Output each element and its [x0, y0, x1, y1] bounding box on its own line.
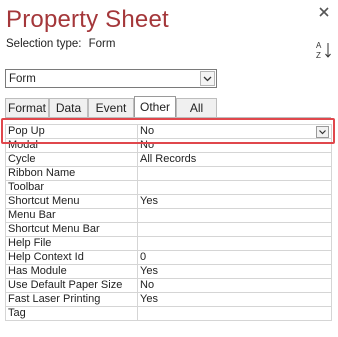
property-value[interactable] [137, 166, 332, 181]
selection-type-value: Form [88, 38, 116, 50]
property-row-menu-bar[interactable]: Menu Bar [5, 208, 332, 223]
property-value[interactable]: No [137, 138, 332, 153]
property-row-pop-up[interactable]: Pop Up No [5, 124, 332, 139]
property-value[interactable]: No [137, 278, 332, 293]
property-name: Help File [5, 236, 138, 251]
property-row-toolbar[interactable]: Toolbar [5, 180, 332, 195]
close-icon[interactable] [316, 4, 332, 20]
object-selector-dropdown[interactable]: Form [5, 69, 217, 88]
property-row-use-default-paper-size[interactable]: Use Default Paper Size No [5, 278, 332, 293]
property-row-shortcut-menu[interactable]: Shortcut Menu Yes [5, 194, 332, 209]
property-value[interactable]: All Records [137, 152, 332, 167]
property-sheet-panel: Property Sheet Selection type: Form A Z … [0, 0, 338, 337]
property-row-tag[interactable]: Tag [5, 306, 332, 321]
tab-format[interactable]: Format [5, 98, 49, 117]
property-row-ribbon-name[interactable]: Ribbon Name [5, 166, 332, 181]
selection-type-label: Selection type: [6, 38, 82, 50]
property-row-modal[interactable]: Modal No [5, 138, 332, 153]
property-row-has-module[interactable]: Has Module Yes [5, 264, 332, 279]
property-row-shortcut-menu-bar[interactable]: Shortcut Menu Bar [5, 222, 332, 237]
property-value[interactable]: Yes [137, 194, 332, 209]
selection-type: Selection type: Form [6, 38, 115, 50]
property-row-help-file[interactable]: Help File [5, 236, 332, 251]
tab-divider [5, 117, 331, 118]
property-name: Shortcut Menu [5, 194, 138, 209]
property-name: Shortcut Menu Bar [5, 222, 138, 237]
svg-text:Z: Z [316, 51, 321, 60]
property-value[interactable] [137, 236, 332, 251]
property-row-help-context-id[interactable]: Help Context Id 0 [5, 250, 332, 265]
property-name: Help Context Id [5, 250, 138, 265]
property-name: Pop Up [5, 124, 138, 139]
property-row-cycle[interactable]: Cycle All Records [5, 152, 332, 167]
property-value[interactable]: 0 [137, 250, 332, 265]
tab-other[interactable]: Other [134, 96, 176, 117]
panel-title: Property Sheet [6, 6, 169, 33]
property-name: Ribbon Name [5, 166, 138, 181]
property-name: Menu Bar [5, 208, 138, 223]
property-value[interactable]: No [137, 124, 332, 139]
property-name: Toolbar [5, 180, 138, 195]
property-value[interactable]: Yes [137, 292, 332, 307]
tab-data[interactable]: Data [49, 98, 88, 117]
property-name: Use Default Paper Size [5, 278, 138, 293]
chevron-down-icon[interactable] [316, 126, 329, 138]
property-name: Cycle [5, 152, 138, 167]
property-name: Has Module [5, 264, 138, 279]
object-selector-value: Form [9, 73, 36, 85]
chevron-down-icon[interactable] [200, 71, 215, 86]
property-name: Fast Laser Printing [5, 292, 138, 307]
property-value[interactable] [137, 208, 332, 223]
property-value[interactable]: Yes [137, 264, 332, 279]
property-name: Modal [5, 138, 138, 153]
property-row-fast-laser-printing[interactable]: Fast Laser Printing Yes [5, 292, 332, 307]
svg-text:A: A [316, 41, 322, 50]
sort-az-icon[interactable]: A Z [316, 40, 332, 60]
property-value[interactable] [137, 222, 332, 237]
tab-event[interactable]: Event [88, 98, 134, 117]
property-value[interactable] [137, 180, 332, 195]
property-grid: Pop Up No Modal No Cycle All Records Rib… [5, 124, 332, 321]
property-value[interactable] [137, 306, 332, 321]
property-name: Tag [5, 306, 138, 321]
tab-all[interactable]: All [176, 98, 217, 117]
